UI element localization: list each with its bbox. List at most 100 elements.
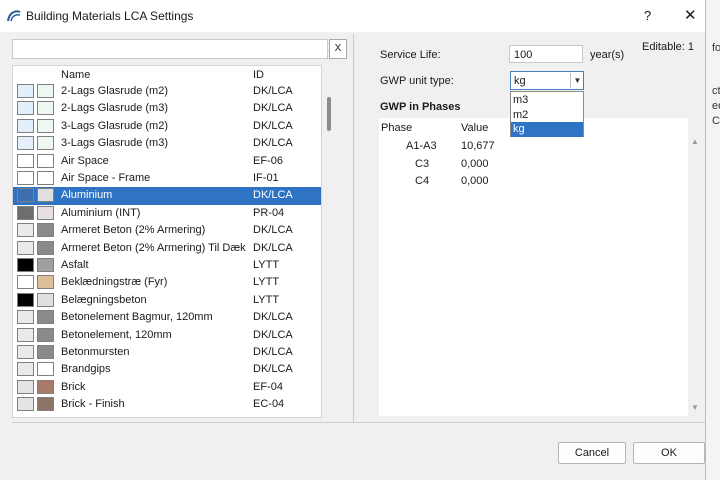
list-header: Name ID <box>13 66 321 83</box>
fill-swatch <box>17 345 34 359</box>
background-text: C <box>712 115 720 127</box>
material-name: 3-Lags Glasrude (m2) <box>61 119 168 132</box>
surface-swatch <box>37 84 54 98</box>
list-item[interactable]: Asfalt LYTT <box>13 257 321 274</box>
list-item[interactable]: Air Space - Frame IF-01 <box>13 170 321 187</box>
ok-button[interactable]: OK <box>633 442 705 464</box>
close-icon[interactable]: ✕ <box>684 6 697 24</box>
fill-swatch <box>17 136 34 151</box>
surface-swatch <box>37 258 54 272</box>
list-item[interactable]: Betonelement, 120mm DK/LCA <box>13 327 321 344</box>
fill-swatch <box>17 118 34 133</box>
material-name: Beklædningstræ (Fyr) <box>61 276 168 289</box>
service-life-unit: year(s) <box>590 49 625 61</box>
list-item[interactable]: Aluminium (INT) PR-04 <box>13 205 321 222</box>
list-item[interactable]: 3-Lags Glasrude (m3) DK/LCA <box>13 135 321 152</box>
search-input[interactable] <box>12 39 328 59</box>
surface-swatch <box>37 205 54 220</box>
dropdown-option[interactable]: m2 <box>511 108 583 123</box>
background-text: ct <box>712 85 720 97</box>
material-id: LYTT <box>253 259 280 271</box>
list-item[interactable]: Armeret Beton (2% Armering) Til Dæk kon.… <box>13 240 321 257</box>
surface-swatch <box>37 397 54 412</box>
surface-swatch <box>37 118 54 133</box>
material-name: Betonmursten <box>61 346 130 358</box>
phase-value: 0,000 <box>461 157 489 170</box>
gwp-unit-select[interactable]: kg ▼ <box>510 71 584 90</box>
list-item[interactable]: Aluminium DK/LCA <box>13 187 321 205</box>
list-item[interactable]: Brick EF-04 <box>13 379 321 396</box>
surface-swatch <box>37 345 54 359</box>
chevron-down-icon[interactable]: ▼ <box>570 73 584 88</box>
dropdown-option[interactable]: kg <box>511 122 583 137</box>
material-name: Betonelement Bagmur, 120mm <box>61 311 213 324</box>
fill-swatch <box>17 362 34 377</box>
editable-count: Editable: 1 <box>642 41 694 53</box>
list-item[interactable]: Beklædningstræ (Fyr) LYTT <box>13 274 321 291</box>
scroll-up-icon[interactable]: ▲ <box>691 137 699 146</box>
cancel-button[interactable]: Cancel <box>558 442 626 464</box>
scroll-down-icon[interactable]: ▼ <box>691 403 699 412</box>
material-name: Brick <box>61 380 86 393</box>
app-icon <box>7 10 21 22</box>
gwp-unit-dropdown[interactable]: m3 m2 kg <box>510 91 584 137</box>
material-name: Armeret Beton (2% Armering) <box>61 224 206 237</box>
column-header-id[interactable]: ID <box>253 69 264 81</box>
material-id: DK/LCA <box>253 346 293 358</box>
surface-swatch <box>37 101 54 116</box>
material-id: EC-04 <box>253 398 285 411</box>
material-name: Belægningsbeton <box>61 293 147 306</box>
material-id: DK/LCA <box>253 189 293 202</box>
list-item[interactable]: Air Space EF-06 <box>13 153 321 170</box>
material-id: EF-04 <box>253 380 283 393</box>
list-item[interactable]: 2-Lags Glasrude (m2) DK/LCA <box>13 83 321 100</box>
material-id: DK/LCA <box>253 224 293 237</box>
value-column-header: Value <box>461 122 489 134</box>
phases-title: GWP in Phases <box>380 101 461 113</box>
clear-search-button[interactable]: X <box>329 39 347 59</box>
fill-swatch <box>17 292 34 307</box>
fill-swatch <box>17 205 34 220</box>
material-id: DK/LCA <box>253 363 293 376</box>
surface-swatch <box>37 136 54 151</box>
material-name: Air Space - Frame <box>61 172 151 184</box>
background-window: fo ct ed C <box>705 0 720 480</box>
material-id: DK/LCA <box>253 241 293 254</box>
material-id: DK/LCA <box>253 137 293 150</box>
service-life-input[interactable]: 100 <box>509 45 583 63</box>
list-scrollbar-thumb[interactable] <box>327 97 331 131</box>
material-id: LYTT <box>253 293 280 306</box>
material-id: DK/LCA <box>253 85 293 97</box>
list-item[interactable]: Brick - Finish EC-04 <box>13 396 321 413</box>
service-life-label: Service Life: <box>380 49 441 61</box>
material-id: PR-04 <box>253 206 285 219</box>
surface-swatch <box>37 153 54 168</box>
surface-swatch <box>37 188 54 203</box>
list-item[interactable]: Betonmursten DK/LCA <box>13 344 321 361</box>
list-item[interactable]: Betonelement Bagmur, 120mm DK/LCA <box>13 309 321 326</box>
help-button[interactable]: ? <box>644 8 651 23</box>
list-item[interactable]: Armeret Beton (2% Armering) DK/LCA <box>13 222 321 239</box>
fill-swatch <box>17 275 34 290</box>
list-item[interactable]: Belægningsbeton LYTT <box>13 292 321 309</box>
phase-column-header: Phase <box>381 122 413 134</box>
panel-divider <box>353 34 354 422</box>
fill-swatch <box>17 397 34 412</box>
lca-settings-dialog: Building Materials LCA Settings ? ✕ X Na… <box>0 0 706 480</box>
column-header-name[interactable]: Name <box>61 69 90 81</box>
material-name: Brandgips <box>61 363 111 376</box>
phase-name: A1-A3 <box>406 140 437 152</box>
dropdown-option[interactable]: m3 <box>511 93 583 108</box>
fill-swatch <box>17 101 34 116</box>
list-item[interactable]: 3-Lags Glasrude (m2) DK/LCA <box>13 118 321 135</box>
material-name: 2-Lags Glasrude (m2) <box>61 85 168 97</box>
materials-list[interactable]: Name ID 2-Lags Glasrude (m2) DK/LCA 2-Lags… <box>12 65 322 418</box>
list-item[interactable]: 2-Lags Glasrude (m3) DK/LCA <box>13 100 321 117</box>
surface-swatch <box>37 240 54 255</box>
background-text: ed <box>712 100 720 112</box>
list-item[interactable]: Brandgips DK/LCA <box>13 361 321 378</box>
surface-swatch <box>37 379 54 394</box>
fill-swatch <box>17 327 34 342</box>
material-id: DK/LCA <box>253 102 293 115</box>
material-name: 3-Lags Glasrude (m3) <box>61 137 168 150</box>
